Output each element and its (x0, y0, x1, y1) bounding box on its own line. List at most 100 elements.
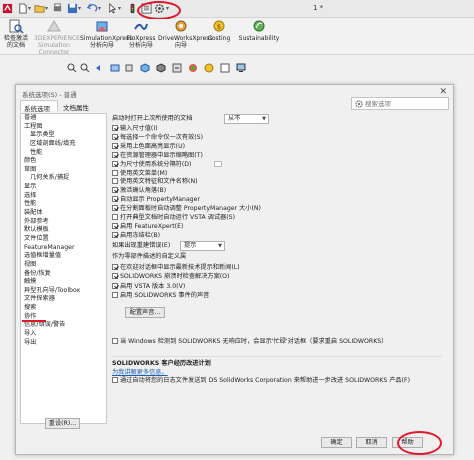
options-tree-item[interactable]: 备份/恢复 (21, 270, 106, 279)
option-checkbox-row[interactable]: 使用英文特征和文件名称(N) (112, 178, 198, 186)
options-tree-item[interactable]: 装配体 (21, 209, 106, 218)
option-checkbox-row[interactable]: 使用英文菜单(M) (112, 169, 167, 178)
separator-field[interactable] (214, 161, 222, 167)
option-checkbox-row[interactable]: 启用 FeatureXpert(E) (112, 222, 183, 231)
option-checkbox[interactable] (112, 178, 118, 185)
option-checkbox[interactable] (112, 231, 118, 238)
open-folder-icon[interactable] (34, 3, 45, 14)
view-settings-icon[interactable] (220, 63, 230, 73)
option-checkbox-row[interactable]: 打开典型文档时自动运行 VSTA 调试器(S) (112, 214, 235, 222)
option-checkbox[interactable] (112, 133, 118, 140)
tab-system-options[interactable]: 系统选项(S) (20, 100, 58, 121)
costing-button[interactable]: $ Costing (206, 19, 232, 42)
options-tree-item[interactable]: 性能 (21, 200, 106, 209)
option-checkbox-row[interactable]: 为尺寸使用系统分隔符(D) (112, 160, 191, 169)
option-checkbox[interactable] (112, 273, 118, 280)
option-checkbox-row[interactable]: 在欢迎对话框中显示最新技术提示和新闻(L) (112, 264, 240, 272)
option-checkbox[interactable] (112, 196, 118, 203)
solidworks-logo-icon[interactable] (2, 3, 13, 14)
ceip-send-logs-checkbox[interactable] (112, 377, 118, 383)
close-icon[interactable]: ✕ (439, 87, 447, 97)
sustainability-button[interactable]: Sustainability (238, 19, 280, 42)
options-tree-item[interactable]: 工程图 (21, 123, 106, 132)
dynamic-annotation-icon[interactable] (124, 63, 134, 73)
option-checkbox[interactable] (112, 125, 118, 131)
zoom-area-icon[interactable] (80, 63, 90, 73)
options-tree-item[interactable]: 颜色 (21, 157, 106, 166)
hide-show-items-icon[interactable] (172, 63, 182, 73)
options-tree-item[interactable]: 搜索 (21, 304, 106, 313)
undo-icon[interactable] (87, 3, 98, 14)
cancel-button[interactable]: 取消 (356, 437, 387, 448)
ceip-send-logs-option[interactable]: 通过自动将您的日志文件发送到 DS SolidWorks Corporation… (112, 377, 410, 385)
option-checkbox[interactable] (112, 222, 118, 229)
options-tree-item[interactable]: 信息/错误/警告 (21, 321, 106, 330)
3dexperience-simulation-connector-button[interactable]: 3DEXPERIENCE Simulation Connector (34, 19, 80, 56)
apply-scene-icon[interactable] (204, 63, 214, 73)
chevron-down-icon[interactable]: ▾ (118, 5, 121, 12)
section-view-icon[interactable] (110, 63, 120, 73)
windows-unresponsive-option[interactable]: 当 Windows 检测到 SOLIDWORKS 无响应时，会显示'忙碌'对话框… (112, 338, 387, 346)
options-tree-item[interactable]: FeatureManager (21, 244, 106, 253)
option-checkbox[interactable] (112, 169, 118, 176)
option-checkbox[interactable] (112, 282, 118, 289)
option-checkbox-row[interactable]: 每选择一个命令仅一次有效(S) (112, 133, 203, 142)
option-checkbox-row[interactable]: 启用 VSTA 版本 3.0(V) (112, 282, 185, 291)
select-pointer-icon[interactable] (107, 3, 118, 14)
options-tree-item[interactable]: 显示类型 (21, 131, 106, 140)
ceip-learn-more-link[interactable]: 为我讲解更多信息。 (112, 369, 168, 377)
print-icon[interactable] (52, 3, 63, 14)
display-style-icon[interactable] (156, 63, 166, 73)
zoom-fit-icon[interactable] (67, 63, 77, 73)
option-checkbox[interactable] (112, 264, 118, 270)
option-checkbox[interactable] (112, 151, 118, 158)
edit-appearance-icon[interactable] (188, 63, 198, 73)
option-checkbox-row[interactable]: SOLIDWORKS 崩溃时检查解决方案(O) (112, 273, 229, 281)
options-tree-item[interactable]: 几何关系/捕捉 (21, 174, 106, 183)
option-checkbox[interactable] (112, 160, 118, 167)
options-tree-item[interactable]: 视图 (21, 261, 106, 270)
option-checkbox[interactable] (112, 292, 118, 299)
floxpress-button[interactable]: FloXpress 分析向导 (126, 19, 156, 49)
options-tree-item[interactable]: 普通 (21, 114, 106, 123)
option-checkbox[interactable] (112, 205, 118, 212)
check-active-doc-button[interactable]: 检查激活 的文档 (2, 19, 30, 49)
chevron-down-icon[interactable]: ▾ (45, 5, 48, 12)
chevron-down-icon[interactable]: ▾ (28, 5, 31, 12)
option-checkbox-row[interactable]: 在分割面板时自动调整 PropertyManager 大小(N) (112, 205, 261, 213)
simulationxpress-button[interactable]: SimulationXpress 分析向导 (80, 19, 132, 49)
view-orientation-icon[interactable] (140, 63, 150, 73)
chevron-down-icon[interactable]: ▾ (78, 5, 81, 12)
option-checkbox[interactable] (112, 187, 118, 194)
reset-button[interactable]: 重设(R)... (45, 418, 80, 429)
option-checkbox[interactable] (112, 142, 118, 149)
monitor-icon[interactable] (236, 63, 246, 73)
options-tree-item[interactable]: 选值框增量值 (21, 252, 106, 261)
option-checkbox-row[interactable]: 采用上色面高亮显示(U) (112, 142, 185, 151)
option-checkbox-row[interactable]: 输入尺寸值(I) (112, 125, 158, 133)
options-tree-item[interactable]: 区域剖面线/填充 (21, 140, 106, 149)
options-tree-item[interactable]: 文件探索器 (21, 295, 106, 304)
option-checkbox-row[interactable]: 启用冻结栏(B) (112, 231, 160, 240)
option-checkbox[interactable] (112, 214, 118, 220)
options-tree-item[interactable]: 触摸 (21, 278, 106, 287)
windows-unresponsive-checkbox[interactable] (112, 338, 118, 344)
search-input[interactable] (365, 99, 445, 109)
option-checkbox-row[interactable]: 启用 SOLIDWORKS 事件的声音 (112, 292, 209, 300)
option-checkbox-row[interactable]: 自动显示 PropertyManager (112, 196, 200, 204)
rebuild-error-select[interactable]: 提示 ▼ (180, 241, 225, 251)
previous-view-icon[interactable] (94, 63, 104, 73)
options-tree-item[interactable]: 性能 (21, 149, 106, 158)
options-tree-item[interactable]: 文件位置 (21, 235, 106, 244)
options-tree-item[interactable]: 默认模板 (21, 226, 106, 235)
open-last-used-select[interactable]: 从不 ▼ (224, 114, 269, 124)
ok-button[interactable]: 确定 (321, 437, 352, 448)
options-tree-item[interactable]: 导入 (21, 330, 106, 339)
driveworksxpress-button[interactable]: DriveWorksXpress 向导 (158, 19, 213, 49)
save-icon[interactable] (67, 3, 78, 14)
configure-sounds-button[interactable]: 配置声音... (125, 307, 165, 318)
options-tree-item[interactable]: 显示 (21, 183, 106, 192)
option-checkbox-row[interactable]: 激活确认角落(B) (112, 187, 166, 195)
option-checkbox-row[interactable]: 在资源管理器中显示缩略图(T) (112, 151, 203, 160)
tab-document-properties[interactable]: 文档属性(D) (60, 100, 98, 120)
